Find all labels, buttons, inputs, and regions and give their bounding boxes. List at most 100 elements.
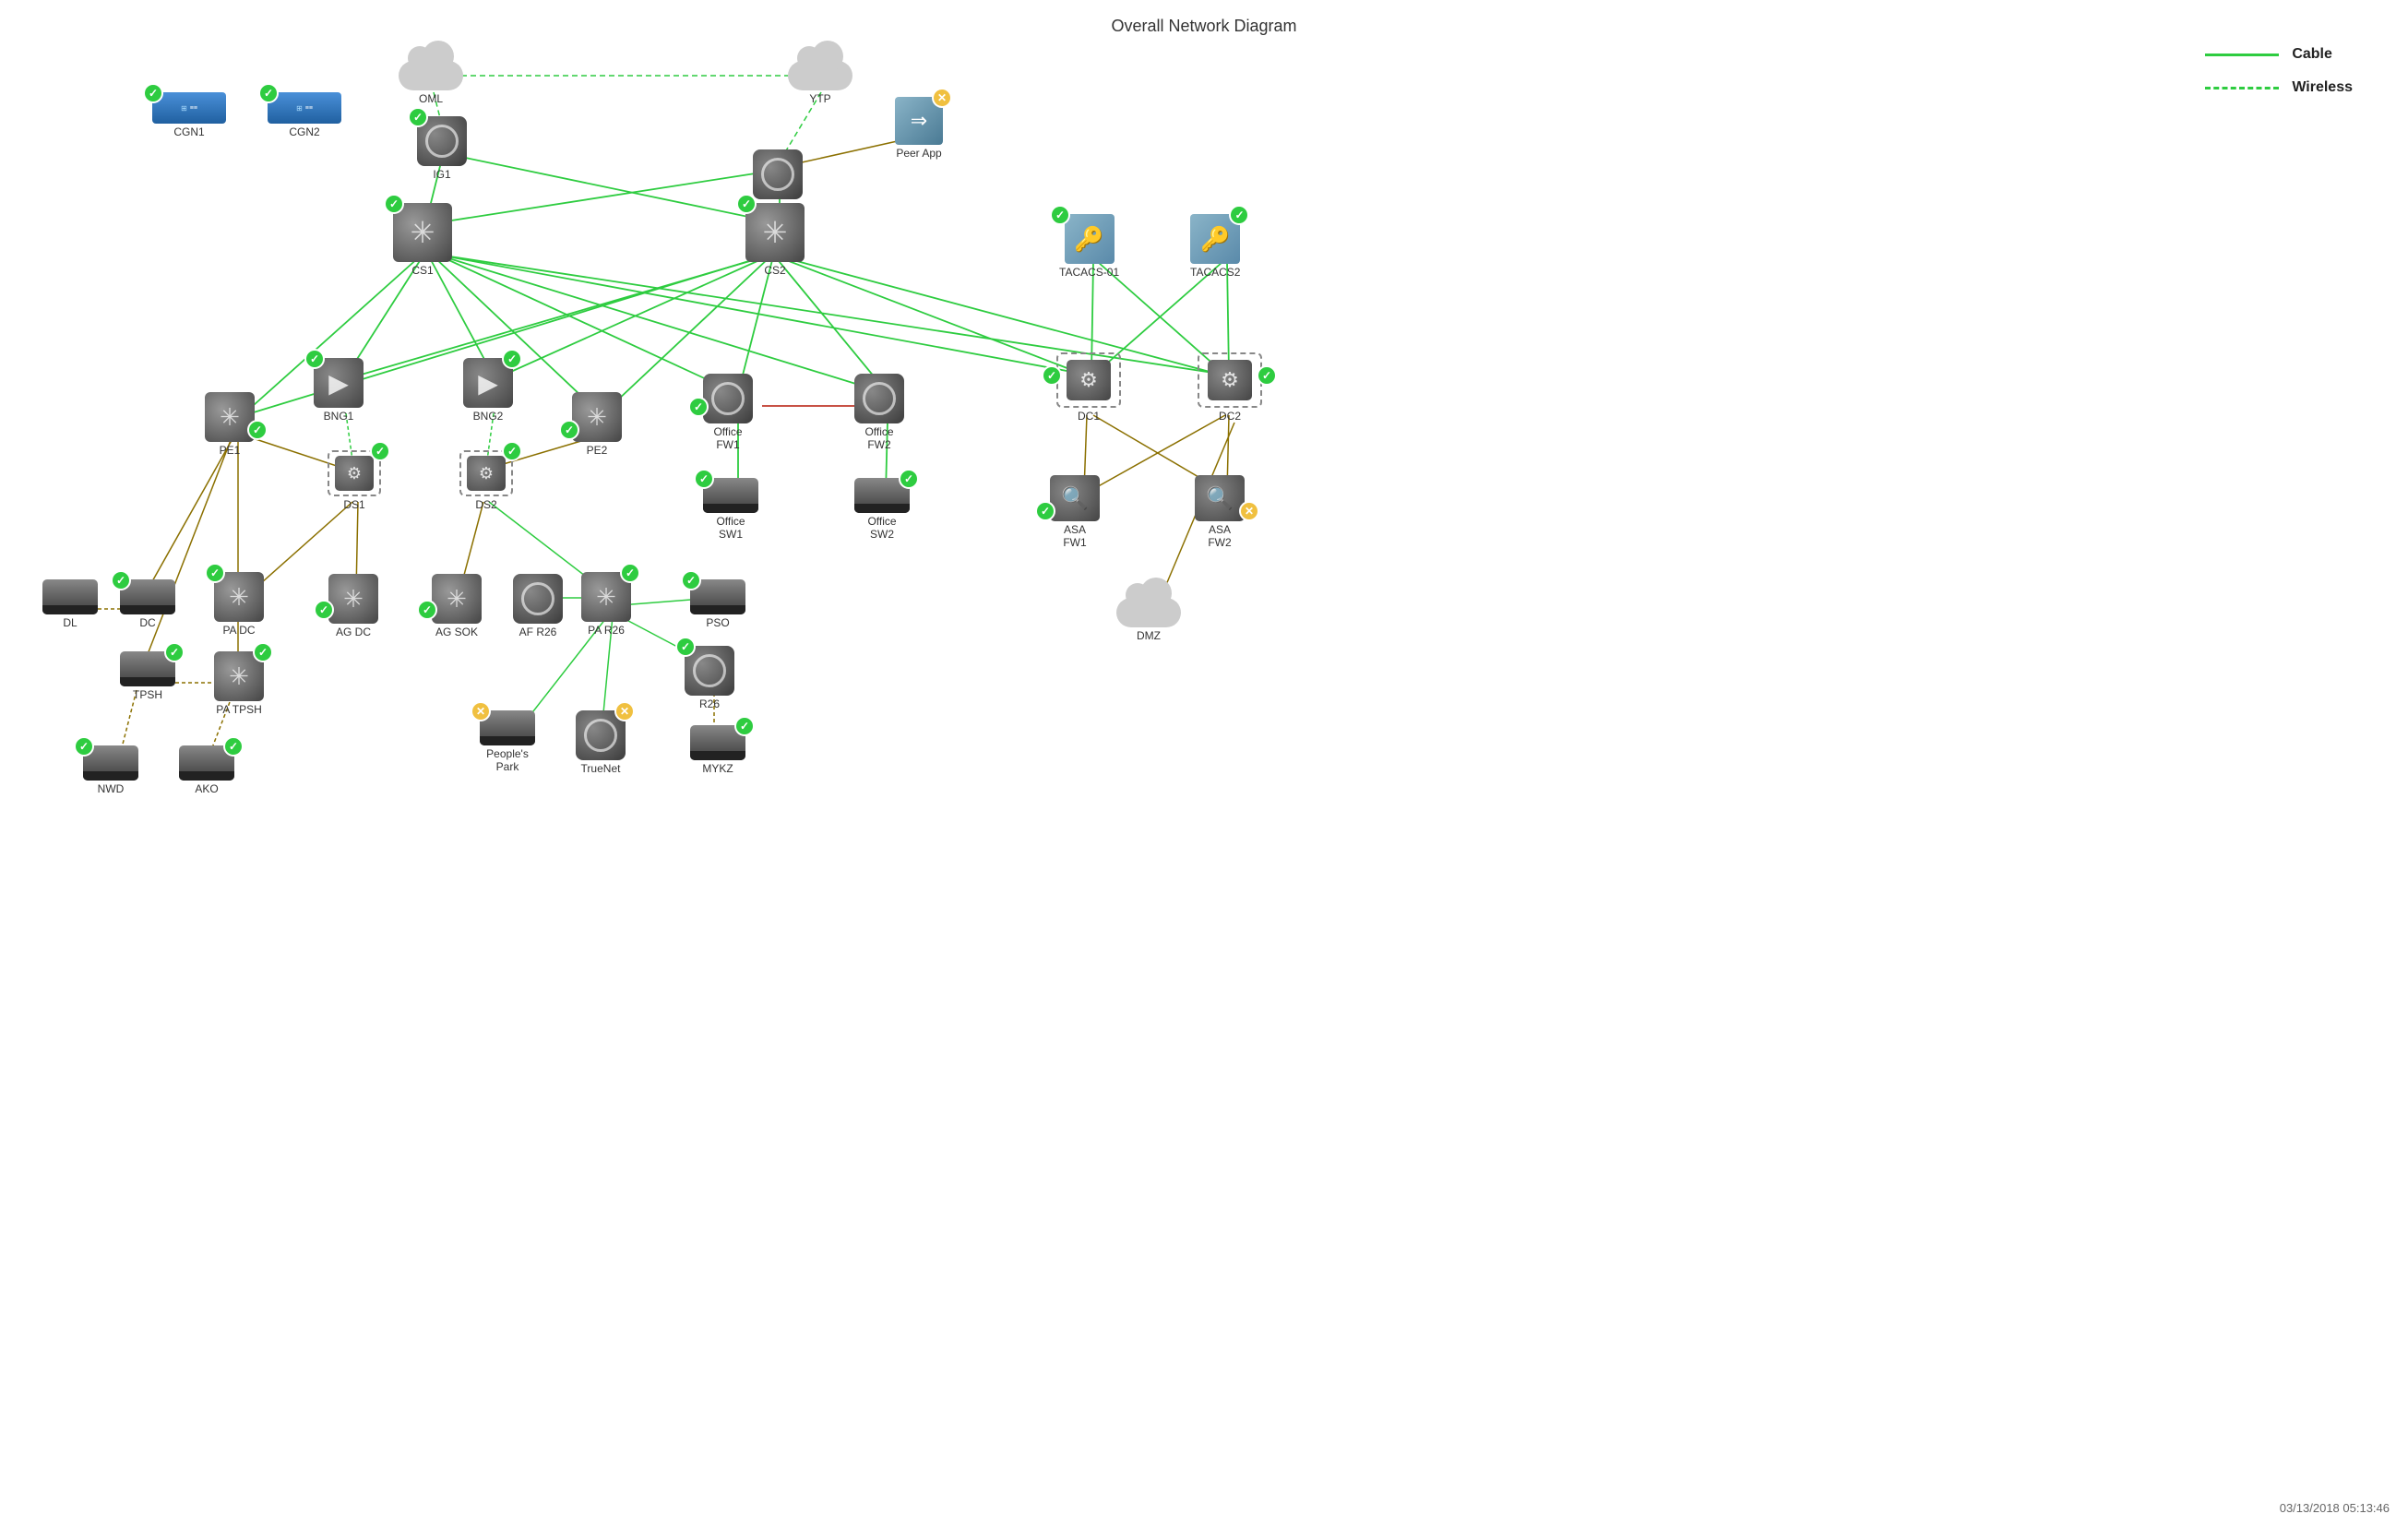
node-r26: ✓ R26 bbox=[685, 646, 734, 710]
node-nwd: ✓ NWD bbox=[83, 745, 138, 795]
cgn1-status: ✓ bbox=[143, 83, 163, 103]
wireless-line-icon bbox=[2205, 87, 2279, 89]
node-ytp: YTP bbox=[788, 44, 852, 105]
cgn2-status: ✓ bbox=[258, 83, 279, 103]
tacacs2-status: ✓ bbox=[1229, 205, 1249, 225]
dc-switch-label: DC bbox=[139, 616, 155, 629]
peerapp-status: ✕ bbox=[932, 88, 952, 108]
node-dmz: DMZ bbox=[1116, 581, 1181, 642]
r26-status: ✓ bbox=[675, 637, 696, 657]
ds2-label: DS2 bbox=[475, 498, 496, 511]
officesw1-status: ✓ bbox=[694, 469, 714, 489]
node-ds1: ✓ ⚙ DS1 bbox=[328, 450, 381, 511]
node-ds2: ✓ ⚙ DS2 bbox=[459, 450, 513, 511]
peoplespark-label: People'sPark bbox=[486, 747, 529, 773]
truenet-status: ✕ bbox=[614, 701, 635, 721]
officesw2-status: ✓ bbox=[899, 469, 919, 489]
node-peoplespark: ✕ People'sPark bbox=[480, 710, 535, 773]
pe1-icon bbox=[205, 392, 255, 442]
bng1-label: BNG1 bbox=[324, 410, 354, 423]
dc1-icon: ⚙ bbox=[1056, 352, 1121, 408]
node-officefw1: ✓ OfficeFW1 bbox=[703, 374, 753, 451]
agdc-label: AG DC bbox=[336, 626, 371, 638]
asafw1-status: ✓ bbox=[1035, 501, 1055, 521]
node-mykz: ✓ MYKZ bbox=[690, 725, 745, 775]
node-asafw2: ✕ 🔍 ASAFW2 bbox=[1195, 475, 1245, 549]
officesw2-label: OfficeSW2 bbox=[867, 515, 896, 541]
dl-label: DL bbox=[63, 616, 77, 629]
node-bng1: ✓ BNG1 bbox=[314, 358, 364, 423]
padc-status: ✓ bbox=[205, 563, 225, 583]
ako-status: ✓ bbox=[223, 736, 244, 757]
ig2-icon bbox=[753, 149, 803, 199]
legend-wireless: Wireless bbox=[2205, 79, 2353, 96]
officefw2-label: OfficeFW2 bbox=[864, 425, 893, 451]
agsok-label: AG SOK bbox=[435, 626, 478, 638]
officefw1-status: ✓ bbox=[688, 397, 709, 417]
cgn1-label: CGN1 bbox=[173, 125, 204, 138]
dc2-icon: ⚙ bbox=[1198, 352, 1262, 408]
oml-label: OML bbox=[419, 92, 443, 105]
dc1-label: DC1 bbox=[1078, 410, 1100, 423]
node-cs1: ✓ CS1 bbox=[393, 203, 452, 277]
cable-line-icon bbox=[2205, 54, 2279, 56]
r26-label: R26 bbox=[699, 697, 720, 710]
legend-cable: Cable bbox=[2205, 46, 2353, 63]
tacacs01-status: ✓ bbox=[1050, 205, 1070, 225]
node-patpsh: ✓ PA TPSH bbox=[214, 651, 264, 716]
par26-label: PA R26 bbox=[588, 624, 625, 637]
node-asafw1: ✓ 🔍 ASAFW1 bbox=[1050, 475, 1100, 549]
legend: Cable Wireless bbox=[2205, 46, 2353, 96]
node-ako: ✓ AKO bbox=[179, 745, 234, 795]
node-tacacs2: ✓ 🔑 TACACS2 bbox=[1190, 214, 1240, 279]
officefw1-icon bbox=[703, 374, 753, 423]
cgn2-label: CGN2 bbox=[289, 125, 319, 138]
pe2-label: PE2 bbox=[587, 444, 608, 457]
bng1-status: ✓ bbox=[304, 349, 325, 369]
nwd-label: NWD bbox=[98, 782, 125, 795]
node-dc-switch: ✓ DC bbox=[120, 579, 175, 629]
pe2-status: ✓ bbox=[559, 420, 579, 440]
bng2-status: ✓ bbox=[502, 349, 522, 369]
node-bng2: ✓ BNG2 bbox=[463, 358, 513, 423]
agsok-status: ✓ bbox=[417, 600, 437, 620]
patpsh-label: PA TPSH bbox=[216, 703, 262, 716]
cs1-status: ✓ bbox=[384, 194, 404, 214]
cgn1-icon: ⊞ ≡≡ bbox=[152, 92, 226, 124]
node-truenet: ✕ TrueNet bbox=[576, 710, 626, 775]
tacacs01-icon: 🔑 bbox=[1065, 214, 1115, 264]
dc-switch-status: ✓ bbox=[111, 570, 131, 590]
officesw1-label: OfficeSW1 bbox=[716, 515, 745, 541]
tpsh-status: ✓ bbox=[164, 642, 185, 662]
node-officefw2: OfficeFW2 bbox=[854, 374, 904, 451]
timestamp: 03/13/2018 05:13:46 bbox=[2280, 1501, 2390, 1515]
node-agdc: AG DC ✓ bbox=[328, 574, 378, 638]
cs1-label: CS1 bbox=[411, 264, 433, 277]
page-title: Overall Network Diagram bbox=[1111, 17, 1296, 36]
asafw2-label: ASAFW2 bbox=[1208, 523, 1231, 549]
dmz-label: DMZ bbox=[1137, 629, 1161, 642]
node-dc2: ✓ ⚙ DC2 bbox=[1198, 352, 1262, 423]
ds1-label: DS1 bbox=[343, 498, 364, 511]
ig1-status: ✓ bbox=[408, 107, 428, 127]
asafw1-label: ASAFW1 bbox=[1063, 523, 1086, 549]
agdc-icon bbox=[328, 574, 378, 624]
mykz-status: ✓ bbox=[734, 716, 755, 736]
mykz-label: MYKZ bbox=[702, 762, 733, 775]
cloud-ytp-icon bbox=[788, 44, 852, 90]
node-tacacs01: ✓ 🔑 TACACS-01 bbox=[1059, 214, 1119, 279]
par26-status: ✓ bbox=[620, 563, 640, 583]
dl-icon bbox=[42, 579, 98, 614]
ds2-status: ✓ bbox=[502, 441, 522, 461]
cable-label: Cable bbox=[2292, 46, 2332, 63]
officefw2-icon bbox=[854, 374, 904, 423]
node-padc: ✓ PA DC bbox=[214, 572, 264, 637]
dc2-status: ✓ bbox=[1257, 365, 1277, 386]
pe2-icon bbox=[572, 392, 622, 442]
node-cgn2: ✓ ⊞ ≡≡ CGN2 bbox=[268, 92, 341, 138]
cs2-icon bbox=[745, 203, 805, 262]
node-dl: DL bbox=[42, 579, 98, 629]
node-afr26: AF R26 bbox=[513, 574, 563, 638]
node-dc1: ✓ ⚙ DC1 bbox=[1056, 352, 1121, 423]
peerapp-label: Peer App bbox=[896, 147, 941, 160]
